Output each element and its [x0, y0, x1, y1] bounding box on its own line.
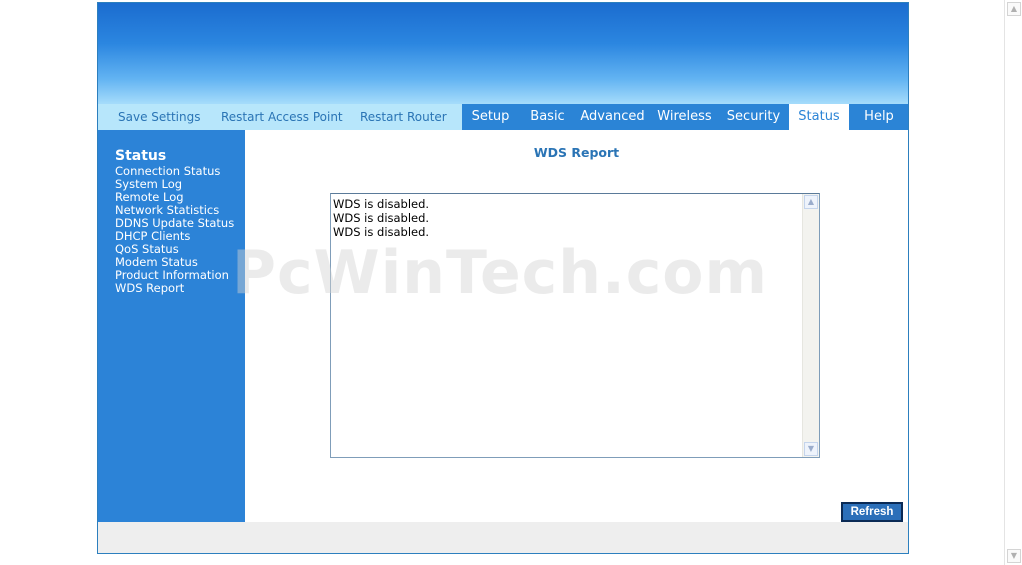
menu-bar: Save Settings Restart Access Point Resta… — [98, 104, 908, 131]
report-line: WDS is disabled. — [333, 197, 430, 211]
report-scrollbar[interactable]: ▲ ▼ — [802, 194, 819, 457]
sidebar: Status Connection Status System Log Remo… — [98, 130, 245, 522]
page-scroll-up-icon[interactable]: ▲ — [1007, 2, 1021, 16]
restart-router-link[interactable]: Restart Router — [360, 104, 447, 130]
page-scroll-down-icon[interactable]: ▼ — [1007, 549, 1021, 563]
wds-report-textarea[interactable]: WDS is disabled. WDS is disabled. WDS is… — [330, 193, 820, 458]
page-scrollbar[interactable]: ▲ ▼ — [1004, 0, 1022, 565]
restart-access-point-link[interactable]: Restart Access Point — [221, 104, 343, 130]
refresh-button[interactable]: Refresh — [841, 502, 903, 522]
sidebar-links: Connection Status System Log Remote Log … — [115, 165, 234, 295]
chevron-up-icon[interactable]: ▲ — [804, 195, 818, 209]
tab-setup[interactable]: Setup — [462, 104, 519, 130]
footer-bar — [98, 522, 908, 553]
tab-advanced[interactable]: Advanced — [576, 104, 649, 130]
tab-help[interactable]: Help — [850, 104, 908, 130]
watermark: PcWinTech.com — [232, 238, 769, 308]
tab-wireless[interactable]: Wireless — [649, 104, 720, 130]
sidebar-item-wds-report[interactable]: WDS Report — [115, 282, 234, 295]
sidebar-title: Status — [115, 148, 167, 164]
header-banner — [98, 3, 908, 104]
save-settings-link[interactable]: Save Settings — [118, 104, 201, 130]
report-line: WDS is disabled. — [333, 211, 430, 225]
main-tabs: Setup Basic Advanced Wireless Security S… — [462, 104, 908, 131]
main-content: WDS Report WDS is disabled. WDS is disab… — [245, 130, 908, 522]
report-line: WDS is disabled. — [333, 225, 430, 239]
page-title: WDS Report — [533, 145, 620, 160]
tab-security[interactable]: Security — [720, 104, 787, 130]
tab-basic[interactable]: Basic — [519, 104, 576, 130]
report-text: WDS is disabled. WDS is disabled. WDS is… — [333, 197, 801, 453]
chevron-down-icon[interactable]: ▼ — [804, 442, 818, 456]
tab-status[interactable]: Status — [789, 104, 849, 131]
